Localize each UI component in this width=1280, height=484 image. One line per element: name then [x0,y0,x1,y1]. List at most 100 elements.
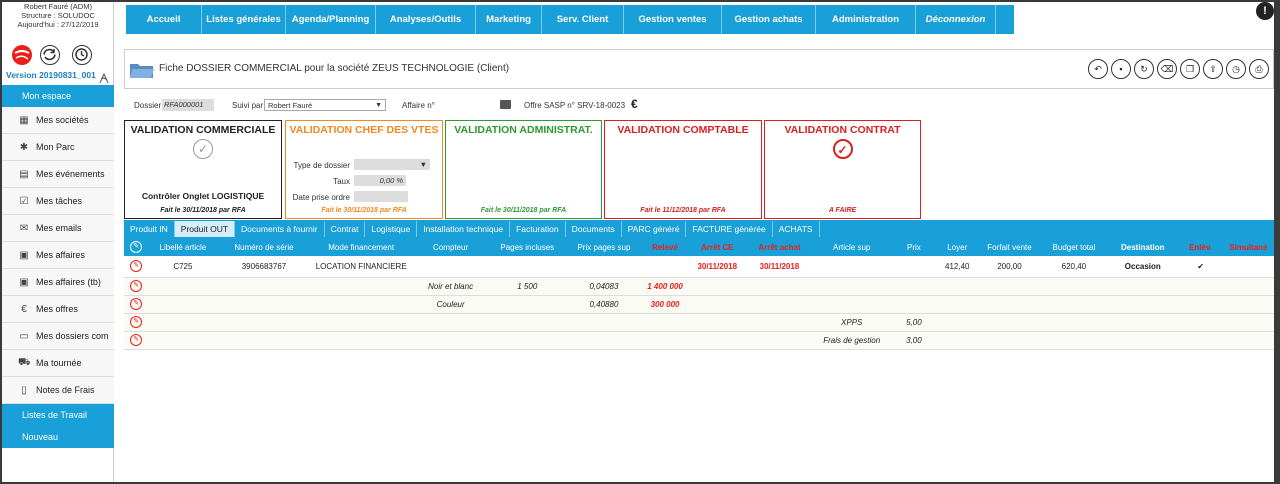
cell-prix: 3,00 [891,331,937,350]
check-icon[interactable]: ✓ [193,139,213,159]
history-icon[interactable]: ◷ [1226,59,1246,79]
menu-item-mes-emails[interactable]: ✉ Mes emails [2,215,114,242]
tab-logistique[interactable]: Logistique [365,221,418,237]
cell-compteur [411,331,490,350]
menu-item-mes-societes[interactable]: ▦ Mes sociétés [2,107,114,134]
tab-documents[interactable]: Documents [566,221,622,237]
cell-simultane [1222,256,1274,278]
cell-enlev [1178,331,1223,350]
menu-item-mes-evenements[interactable]: ▤ Mes événements [2,161,114,188]
validation-comptable-fait: Fait le 11/12/2018 par RFA [640,207,726,214]
header-edit-icon[interactable]: ✎ [124,238,149,256]
tab-achats[interactable]: ACHATS [773,221,820,237]
cell-enlev: ✔ [1178,256,1223,278]
col-header-destination: Destination [1107,238,1179,256]
validation-chef-fait: Fait le 30/11/2018 par RFA [321,207,407,214]
nav-accueil[interactable]: Accueil [126,5,202,34]
menu-item-notes-de-frais[interactable]: ▯ Notes de Frais [2,377,114,404]
history-icon[interactable] [72,45,92,65]
tab-facturation[interactable]: Facturation [510,221,566,237]
nav-analyses-outils[interactable]: Analyses/Outils [376,5,476,34]
folder-icon [130,64,154,78]
menu-item-mes-affaires[interactable]: ▣ Mes affaires [2,242,114,269]
refresh-icon[interactable]: ↻ [1134,59,1154,79]
menu-nouveau[interactable]: Nouveau [2,426,114,448]
menu-item-mes-dossiers-com[interactable]: ▭ Mes dossiers com [2,323,114,350]
menu-listes-de-travail[interactable]: Listes de Travail [2,404,114,426]
nav-listes-generales[interactable]: Listes générales [202,5,286,34]
table-row[interactable]: ✎ Frais de gestion 3,00 [124,331,1274,350]
save-icon[interactable]: ▪ [1111,59,1131,79]
user-name: Robert Fauré (ADM) [24,2,92,11]
cell-arret-achat [747,277,812,296]
cell-prix-pages-sup: 0,04083 [565,277,643,296]
tab-parc-genere[interactable]: PARC généré [622,221,687,237]
pdf-icon[interactable] [98,72,110,84]
dossier-field[interactable]: RFA000001 [162,99,214,111]
offre-label[interactable]: Offre SASP n° SRV-18-0023 [524,101,625,110]
tab-produit-out[interactable]: Produit OUT [174,221,236,237]
col-header-numero-de-serie: Numéro de série [217,238,311,256]
menu-item-mes-offres[interactable]: € Mes offres [2,296,114,323]
edit-icon[interactable]: ✎ [130,241,143,253]
edit-icon[interactable]: ✎ [130,316,143,328]
nav-gestion-achats[interactable]: Gestion achats [722,5,816,34]
validation-contrat-status: A FAIRE [828,207,857,214]
tab-produit-in[interactable]: Produit IN [124,221,175,237]
nav-marketing[interactable]: Marketing [476,5,542,34]
menu-item-mes-taches[interactable]: ☑ Mes tâches [2,188,114,215]
tab-contrat[interactable]: Contrat [325,221,366,237]
tab-installation-technique[interactable]: Installation technique [417,221,511,237]
cell-budget-total [1040,277,1108,296]
suivi-label: Suivi par [232,101,264,110]
nav-gestion-ventes[interactable]: Gestion ventes [624,5,722,34]
date-prise-field[interactable] [354,191,408,202]
col-header-article-sup: Article sup [811,238,892,256]
back-icon[interactable]: ↶ [1088,59,1108,79]
edit-icon[interactable]: ✎ [130,260,143,273]
menu-header-mon-espace[interactable]: Mon espace [2,85,114,107]
sync-icon[interactable] [40,45,60,65]
taux-field[interactable]: 0,00 % [354,175,406,186]
type-dossier-select[interactable]: ▼ [354,159,430,170]
menu-item-ma-tournee[interactable]: ⛟ Ma tournée [2,350,114,377]
menu-item-mes-affaires-tb[interactable]: ▣ Mes affaires (tb) [2,269,114,296]
nav-administration[interactable]: Administration [816,5,916,34]
validation-commerciale-fait: Fait le 30/11/2018 par RFA [160,207,246,214]
validation-comptable: VALIDATION COMPTABLE Fait le 11/12/2018 … [604,120,762,219]
check-icon[interactable]: ✓ [832,139,853,159]
export-icon[interactable]: ⇪ [1203,59,1223,79]
nav-serv-client[interactable]: Serv. Client [542,5,624,34]
copy-icon[interactable]: ❐ [1180,59,1200,79]
euro-icon[interactable]: € [631,97,638,111]
col-header-budget-total: Budget total [1040,238,1108,256]
date-prise-row: Date prise ordre [286,191,442,203]
nav-deconnexion[interactable]: Déconnexion [916,5,996,34]
table-row[interactable]: ✎ Couleur 0,40880 300 000 [124,295,1274,314]
alert-icon[interactable]: ! [1256,2,1274,20]
delete-icon[interactable]: ⌫ [1157,59,1177,79]
table-row[interactable]: ✎ XPPS 5,00 [124,313,1274,332]
cell-loyer [936,277,979,296]
briefcase-icon[interactable] [500,100,511,109]
chevron-down-icon: ▼ [419,160,427,169]
print-icon[interactable]: ⎙ [1249,59,1269,79]
edit-icon[interactable]: ✎ [130,280,143,292]
table-row[interactable]: ✎ Noir et blanc 1 500 0,04083 1 400 000 [124,277,1274,296]
nav-agenda-planning[interactable]: Agenda/Planning [286,5,376,34]
tab-documents-a-fournir[interactable]: Documents à fournir [235,221,325,237]
app-frame: Robert Fauré (ADM) Structure : SOLUDOC A… [2,2,1274,482]
cell-destination [1107,331,1179,350]
col-header-loyer: Loyer [936,238,979,256]
cell-compteur: Noir et blanc [411,277,490,296]
table-row[interactable]: ✎ C725 3906683767 LOCATION FINANCIERE 30/11/… [124,256,1274,278]
tab-facture-generee[interactable]: FACTURE générée [686,221,773,237]
menu-item-mon-parc[interactable]: ✱ Mon Parc [2,134,114,161]
cell-compteur [411,313,490,332]
cell-forfait-vente: 200,00 [978,256,1041,278]
edit-icon[interactable]: ✎ [130,298,143,310]
suivi-value: Robert Fauré [268,101,313,110]
suivi-select[interactable]: Robert Fauré ▼ [264,99,386,111]
edit-icon[interactable]: ✎ [130,334,143,346]
logo-icon[interactable] [12,45,32,65]
